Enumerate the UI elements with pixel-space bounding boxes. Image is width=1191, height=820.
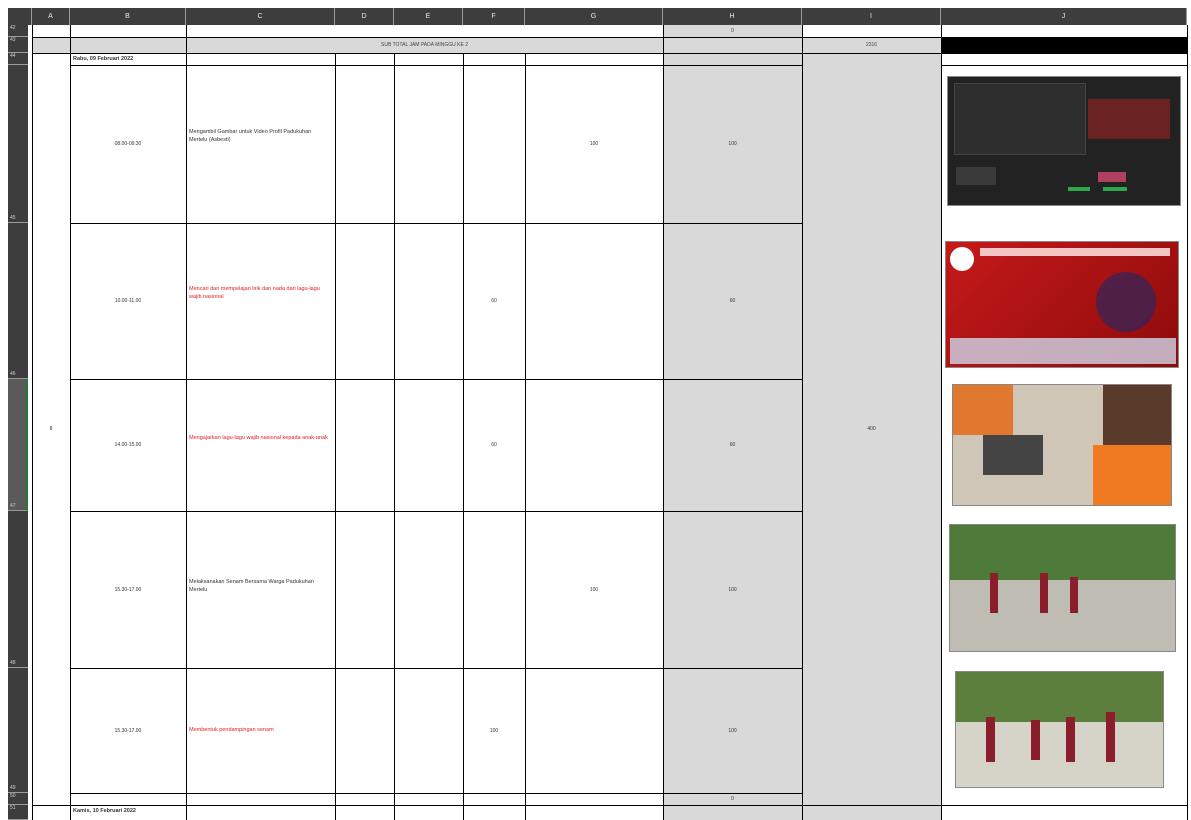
row-header-51[interactable]: 51	[8, 805, 28, 820]
row-header-47[interactable]: 47	[8, 379, 28, 511]
activity-h-value[interactable]: 60	[663, 223, 802, 379]
column-header-h[interactable]: H	[663, 8, 802, 25]
activity-time[interactable]: 15.30-17.00	[70, 511, 186, 668]
activity-description[interactable]: Mengambil Gambar untuk Video Profil Padu…	[189, 128, 331, 144]
children-singing-photo[interactable]	[952, 384, 1172, 506]
grid-line	[32, 805, 1187, 806]
activity-description[interactable]: Mengajarkan lagu-lagu wajib nasional kep…	[189, 434, 331, 442]
activity-description[interactable]: Melaksanakan Senam Bersama Warga Padukuh…	[189, 578, 331, 594]
activity-g-value[interactable]: 100	[525, 65, 663, 223]
activity-time[interactable]: 08.00-09.30	[70, 65, 186, 223]
column-header-f[interactable]: F	[463, 8, 525, 25]
column-header-j[interactable]: J	[941, 8, 1187, 25]
activity-g-value[interactable]: 100	[525, 511, 663, 668]
grid-line	[941, 25, 942, 820]
column-header-d[interactable]: D	[335, 8, 394, 25]
activity-description[interactable]: Mencari dan mempelajari lirik dan nada d…	[189, 285, 331, 301]
day-total[interactable]: 400	[802, 65, 941, 793]
activity-time[interactable]: 15.30-17.00	[70, 668, 186, 793]
h-next-shade	[663, 805, 802, 820]
row-header-48[interactable]: 48	[8, 511, 28, 668]
row-header-49[interactable]: 49	[8, 668, 28, 793]
select-all-corner[interactable]	[8, 8, 32, 25]
activity-time[interactable]: 14.00-15.00	[70, 379, 186, 511]
activity-time[interactable]: 10.00-11.00	[70, 223, 186, 379]
row42-h-value[interactable]: 0	[663, 25, 802, 37]
subtotal-value[interactable]: 2316	[802, 37, 941, 53]
grid-line	[394, 53, 395, 820]
activity-h-value[interactable]: 100	[663, 511, 802, 668]
row-header-46[interactable]: 46	[8, 223, 28, 379]
grid-line	[32, 53, 1187, 54]
group-senam-photo[interactable]	[955, 671, 1164, 788]
outdoor-exercise-photo[interactable]	[949, 524, 1176, 652]
day-1-date[interactable]: Rabu, 09 Februari 2022	[73, 55, 133, 63]
activity-h-value[interactable]: 60	[663, 379, 802, 511]
column-header-i[interactable]: I	[802, 8, 941, 25]
column-header-b[interactable]: B	[70, 8, 186, 25]
grid-line	[186, 25, 187, 820]
column-header-g[interactable]: G	[525, 8, 663, 25]
column-header-e[interactable]: E	[394, 8, 463, 25]
video-editor-screenshot[interactable]	[947, 76, 1181, 206]
activity-description[interactable]: Membentuk pendampingan senam	[189, 726, 331, 734]
activity-f-value[interactable]: 60	[463, 379, 525, 511]
activity-f-value[interactable]: 100	[463, 668, 525, 793]
grid-line	[941, 65, 1187, 66]
j-black-band	[941, 37, 1187, 53]
activity-h-value[interactable]: 100	[663, 65, 802, 223]
activity-h-value[interactable]: 100	[663, 668, 802, 793]
row-header-42[interactable]: 42	[8, 25, 28, 37]
lagu-wajib-nasional-poster[interactable]	[945, 241, 1179, 368]
row-end-h-value[interactable]: 0	[663, 793, 802, 805]
row-header-43[interactable]: 43	[8, 37, 28, 53]
week-number[interactable]: 8	[32, 65, 70, 793]
row-header-44[interactable]: 44	[8, 53, 28, 65]
column-header-c[interactable]: C	[186, 8, 335, 25]
activity-f-value[interactable]: 60	[463, 223, 525, 379]
column-header-a[interactable]: A	[32, 8, 70, 25]
row-header-45[interactable]: 45	[8, 65, 28, 223]
day-2-date[interactable]: Kamis, 10 Februari 2022	[73, 807, 136, 815]
grid-line	[335, 53, 336, 820]
grid-line	[1187, 25, 1188, 820]
row-header-50[interactable]: 50	[8, 793, 28, 805]
subtotal-label[interactable]: SUB TOTAL JAM PADA MINGGU KE 2	[186, 37, 663, 53]
